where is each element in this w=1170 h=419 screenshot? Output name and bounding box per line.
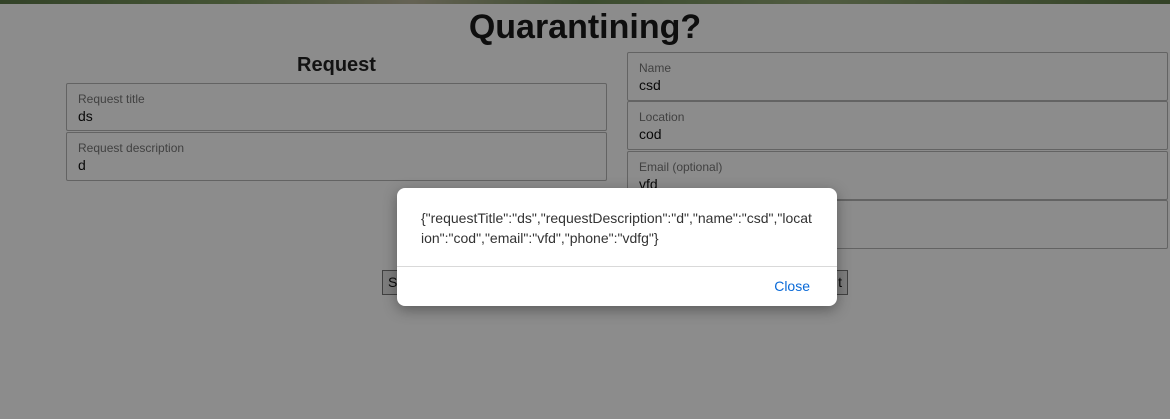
close-button[interactable]: Close bbox=[774, 276, 810, 296]
alert-dialog: {"requestTitle":"ds","requestDescription… bbox=[397, 188, 837, 306]
dialog-divider bbox=[397, 266, 837, 267]
dialog-message: {"requestTitle":"ds","requestDescription… bbox=[421, 210, 812, 246]
page: Quarantining? Request Request title ds R… bbox=[0, 0, 1170, 419]
